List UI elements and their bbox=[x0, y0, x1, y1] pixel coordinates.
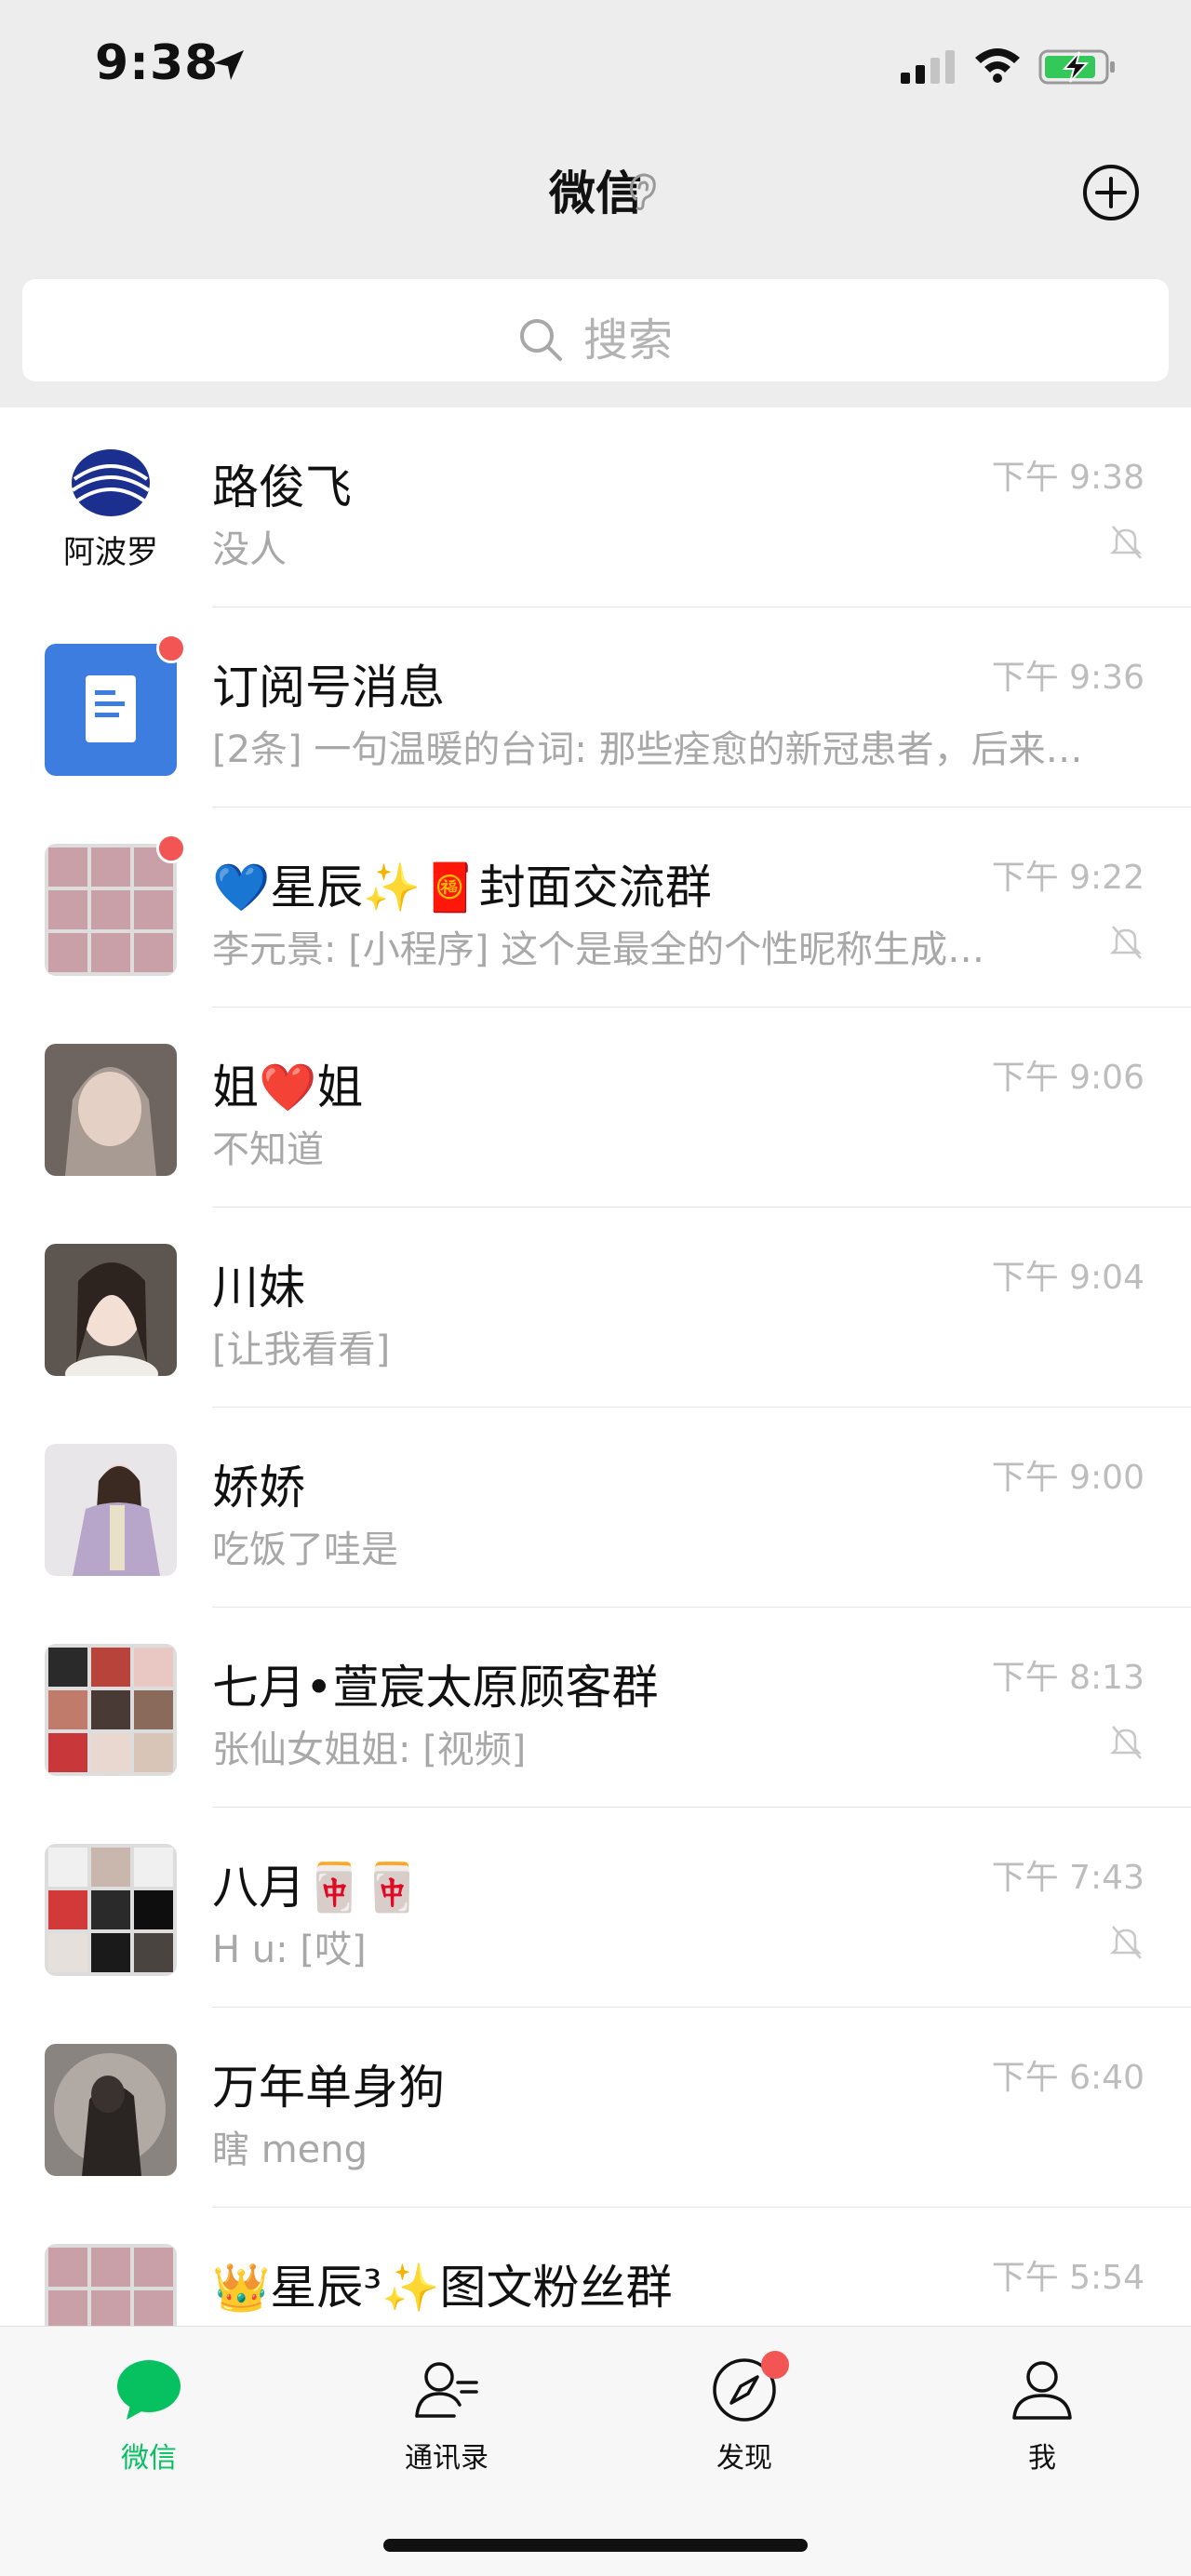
chat-name: 订阅号消息 bbox=[212, 661, 445, 714]
chat-name: 八月🀄🀄 bbox=[212, 1861, 422, 1915]
avatar bbox=[45, 1444, 177, 1576]
mute-bell-icon bbox=[1109, 1926, 1143, 1959]
unread-dot bbox=[156, 634, 186, 663]
chat-row[interactable]: 订阅号消息 [2条] 一句温暖的台词: 那些痊愈的新冠患者，后来… 下午 9:3… bbox=[0, 607, 1191, 808]
search-input[interactable]: 搜索 bbox=[22, 279, 1169, 381]
chat-time: 下午 8:13 bbox=[991, 1659, 1144, 1697]
avatar-label: 阿波罗 bbox=[63, 534, 158, 571]
unread-dot bbox=[156, 834, 186, 863]
chat-row[interactable]: 娇娇 吃饭了哇是 下午 9:00 bbox=[0, 1408, 1191, 1608]
contacts-icon bbox=[415, 2362, 478, 2418]
chat-time: 下午 5:54 bbox=[991, 2259, 1144, 2297]
tab-discover[interactable]: 发现 bbox=[670, 2351, 819, 2476]
avatar bbox=[45, 1244, 177, 1376]
chat-time: 下午 9:36 bbox=[991, 659, 1144, 697]
chat-name: 万年单身狗 bbox=[212, 2061, 445, 2115]
mute-bell-icon bbox=[1109, 1726, 1143, 1759]
avatar bbox=[45, 2044, 177, 2176]
search-icon bbox=[519, 319, 562, 361]
chat-list: 阿波罗 路俊飞 没人 下午 9:38 订阅号消息 [2条] 一句温暖的台词: 那… bbox=[0, 407, 1191, 2326]
avatar bbox=[45, 844, 177, 976]
mute-bell-icon bbox=[1109, 926, 1143, 959]
chat-preview: [2条] 一句温暖的台词: 那些痊愈的新冠患者，后来… bbox=[212, 728, 1083, 771]
add-button[interactable] bbox=[1082, 164, 1140, 221]
avatar bbox=[45, 1844, 177, 1976]
chat-time: 下午 9:06 bbox=[991, 1059, 1144, 1097]
chat-time: 下午 9:38 bbox=[991, 459, 1144, 497]
chat-name: 娇娇 bbox=[212, 1461, 305, 1515]
avatar bbox=[45, 644, 177, 776]
status-time: 9:38 bbox=[95, 35, 220, 91]
chat-name: 川妹 bbox=[212, 1261, 305, 1315]
chat-row[interactable]: 八月🀄🀄 H u: [哎] 下午 7:43 bbox=[0, 1808, 1191, 2008]
home-indicator[interactable] bbox=[383, 2539, 808, 2552]
person-icon bbox=[1012, 2361, 1072, 2420]
chat-row[interactable]: 七月•萱宸太原顾客群 张仙女姐姐: [视频] 下午 8:13 bbox=[0, 1608, 1191, 1808]
location-arrow-icon bbox=[214, 50, 244, 80]
earpiece-mode-icon bbox=[630, 173, 656, 210]
chat-name: 👑星辰³✨图文粉丝群 bbox=[212, 2261, 673, 2315]
chat-preview: 瞎 meng bbox=[212, 2129, 368, 2171]
chat-name: 姐❤️姐 bbox=[212, 1061, 364, 1114]
tab-label: 通讯录 bbox=[405, 2442, 488, 2475]
tab-label: 发现 bbox=[716, 2442, 772, 2475]
page-title: 微信 bbox=[549, 167, 642, 220]
heart-emoji: 💙 bbox=[212, 861, 271, 914]
chat-name-text: 星辰✨🧧封面交流群 bbox=[270, 861, 712, 914]
search-placeholder: 搜索 bbox=[22, 303, 1169, 368]
chat-row[interactable]: 💙星辰✨🧧封面交流群 李元景: [小程序] 这个是最全的个性昵称生成… 下午 9… bbox=[0, 808, 1191, 1008]
chat-preview: H u: [哎] bbox=[212, 1929, 367, 1971]
chat-time: 下午 9:22 bbox=[991, 859, 1144, 897]
tab-label: 微信 bbox=[121, 2442, 177, 2475]
chat-time: 下午 7:43 bbox=[991, 1859, 1144, 1897]
tab-wechat[interactable]: 微信 bbox=[74, 2355, 223, 2476]
avatar bbox=[45, 1644, 177, 1776]
chat-row[interactable]: 阿波罗 路俊飞 没人 下午 9:38 bbox=[0, 407, 1191, 607]
chat-time: 下午 9:04 bbox=[991, 1259, 1144, 1297]
tab-contacts[interactable]: 通讯录 bbox=[372, 2355, 521, 2476]
chat-time: 下午 6:40 bbox=[991, 2059, 1144, 2097]
chat-time: 下午 9:00 bbox=[991, 1459, 1144, 1497]
chat-name: 路俊飞 bbox=[212, 460, 352, 514]
wifi-icon bbox=[975, 48, 1020, 83]
chat-preview: 李元景: [小程序] 这个是最全的个性昵称生成… bbox=[212, 928, 985, 971]
battery-charging-icon bbox=[1038, 49, 1115, 85]
chat-name: 七月•萱宸太原顾客群 bbox=[212, 1661, 659, 1715]
chat-row[interactable]: 👑星辰³✨图文粉丝群 下午 5:54 bbox=[0, 2208, 1191, 2326]
status-bar: 9:38 bbox=[0, 0, 1191, 130]
chat-bubble-icon bbox=[117, 2360, 181, 2420]
cellular-signal-icon bbox=[901, 50, 955, 84]
chat-preview: 没人 bbox=[212, 528, 287, 571]
chat-row[interactable]: 川妹 [让我看看] 下午 9:04 bbox=[0, 1208, 1191, 1408]
chat-name: 💙星辰✨🧧封面交流群 bbox=[212, 850, 712, 917]
chat-preview: 吃饭了哇是 bbox=[212, 1528, 398, 1571]
chat-preview: [让我看看] bbox=[212, 1328, 391, 1371]
tab-label: 我 bbox=[1028, 2442, 1056, 2475]
chat-row[interactable]: 万年单身狗 瞎 meng 下午 6:40 bbox=[0, 2008, 1191, 2208]
mute-bell-icon bbox=[1109, 526, 1143, 559]
unread-dot bbox=[761, 2351, 789, 2379]
chat-preview: 不知道 bbox=[212, 1128, 324, 1171]
tab-me[interactable]: 我 bbox=[968, 2355, 1117, 2476]
avatar bbox=[45, 1044, 177, 1176]
chat-preview: 张仙女姐姐: [视频] bbox=[212, 1728, 527, 1771]
avatar bbox=[45, 2244, 177, 2326]
avatar: 阿波罗 bbox=[45, 444, 177, 576]
chat-row[interactable]: 姐❤️姐 不知道 下午 9:06 bbox=[0, 1008, 1191, 1208]
